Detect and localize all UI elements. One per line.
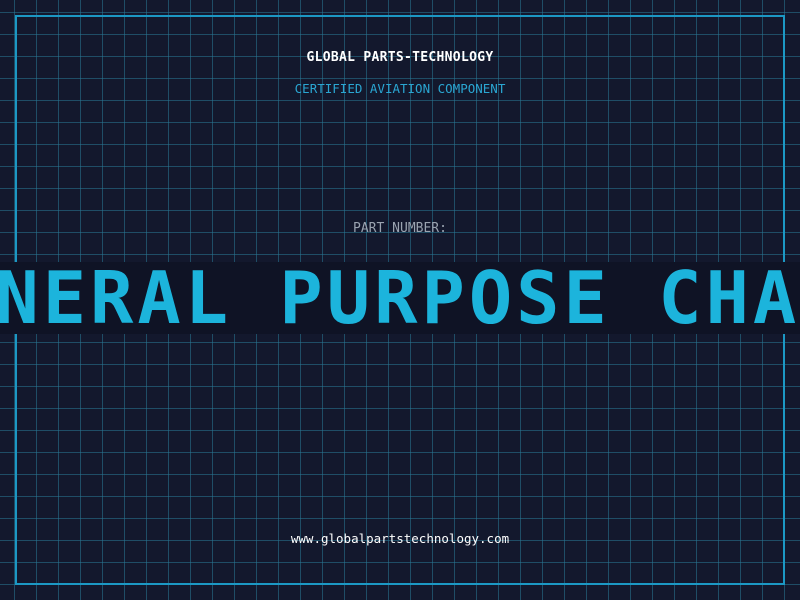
website-url: www.globalpartstechnology.com (290, 531, 510, 546)
part-number-value: ENERAL PURPOSE CHA (0, 262, 800, 334)
certificate-subtitle: CERTIFIED AVIATION COMPONENT (294, 81, 506, 96)
part-number-banner: ENERAL PURPOSE CHA (0, 262, 800, 334)
brand-name: GLOBAL PARTS-TECHNOLOGY (306, 50, 494, 65)
part-number-label: PART NUMBER: (353, 221, 447, 236)
